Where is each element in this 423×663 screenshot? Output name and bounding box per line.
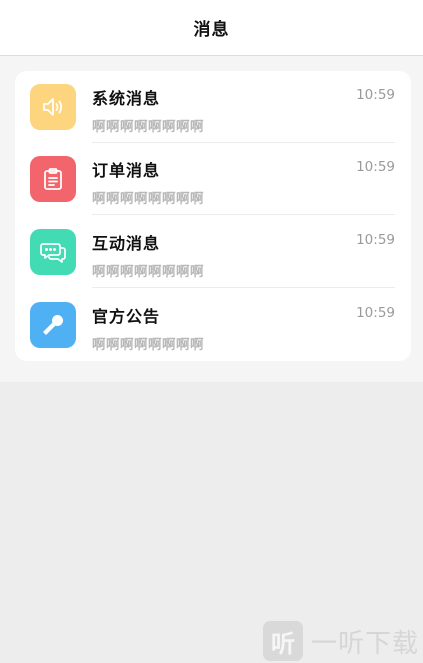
watermark-logo-icon: 听 <box>263 621 303 661</box>
top-bar: 消息 <box>0 0 423 56</box>
message-preview: 啊啊啊啊啊啊啊啊 <box>92 264 204 280</box>
page-title: 消息 <box>193 20 230 40</box>
message-time: 10:59 <box>356 305 395 321</box>
chat-bubbles-icon <box>30 229 76 275</box>
message-title: 互动消息 <box>92 234 161 253</box>
message-time: 10:59 <box>356 159 395 175</box>
message-item-interaction[interactable]: 互动消息 10:59 啊啊啊啊啊啊啊啊 <box>15 216 411 288</box>
message-title: 官方公告 <box>92 307 161 326</box>
message-item-announcement[interactable]: 官方公告 10:59 啊啊啊啊啊啊啊啊 <box>15 289 411 361</box>
message-item-order[interactable]: 订单消息 10:59 啊啊啊啊啊啊啊啊 <box>15 143 411 215</box>
message-title: 系统消息 <box>92 89 161 108</box>
watermark-text: 一听下载 <box>311 628 420 659</box>
message-time: 10:59 <box>356 87 395 103</box>
message-time: 10:59 <box>356 232 395 248</box>
speaker-icon <box>30 84 76 130</box>
message-item-system[interactable]: 系统消息 10:59 啊啊啊啊啊啊啊啊 <box>15 71 411 143</box>
message-preview: 啊啊啊啊啊啊啊啊 <box>92 119 204 135</box>
message-preview: 啊啊啊啊啊啊啊啊 <box>92 337 204 353</box>
watermark: 听 一听下载 <box>263 619 419 663</box>
clipboard-icon <box>30 156 76 202</box>
message-preview: 啊啊啊啊啊啊啊啊 <box>92 191 204 207</box>
message-title: 订单消息 <box>92 161 161 180</box>
divider <box>92 287 395 288</box>
divider <box>92 214 395 215</box>
message-list: 系统消息 10:59 啊啊啊啊啊啊啊啊 订单消息 10:59 啊啊啊啊啊啊啊啊 <box>15 71 411 361</box>
microphone-icon <box>30 302 76 348</box>
